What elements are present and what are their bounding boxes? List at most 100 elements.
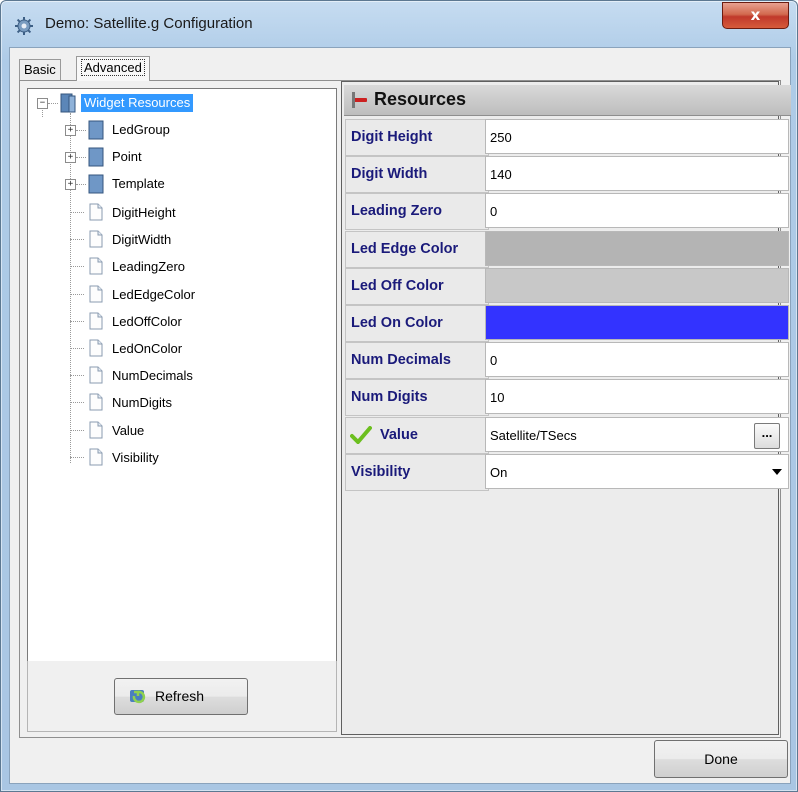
client-area: Basic Advanced − Widget Resources + LedG… [9, 47, 791, 784]
tree-label: DigitWidth [112, 232, 172, 248]
document-icon [89, 393, 103, 411]
tree-label: LedOnColor [112, 341, 183, 356]
tree-leaf-ledoncolor[interactable]: LedOnColor [109, 336, 185, 362]
property-name-text: Led Off Color [351, 277, 444, 294]
tree-leaf-digitwidth[interactable]: DigitWidth [109, 227, 174, 253]
document-icon [89, 421, 103, 439]
refresh-icon [130, 690, 146, 704]
property-value-field[interactable]: 0 [485, 342, 789, 378]
dropdown-arrow-icon[interactable] [772, 468, 782, 475]
tree-label: Value [112, 422, 145, 438]
expand-icon[interactable]: + [65, 125, 76, 136]
tree-folder-ledgroup[interactable]: LedGroup [109, 117, 173, 143]
tree-leaf-value[interactable]: Value [109, 418, 147, 444]
property-row-led-on-color: Led On Color [345, 305, 791, 342]
property-name-text: Digit Width [351, 166, 428, 183]
tree-leaf-lededgecolor[interactable]: LedEdgeColor [109, 282, 198, 308]
tree-leaf-numdecimals[interactable]: NumDecimals [109, 363, 196, 389]
checkmark-icon [350, 425, 372, 444]
property-name: Digit Height [345, 119, 489, 156]
property-row-visibility: Visibility On [345, 453, 791, 491]
property-name: Num Decimals [345, 342, 489, 380]
property-row-num-decimals: Num Decimals 0 [345, 342, 791, 380]
property-value-field[interactable]: 140 [485, 156, 789, 192]
property-name: Num Digits [345, 379, 489, 417]
resources-header: Resources [344, 85, 791, 116]
property-value-text: 140 [490, 167, 512, 183]
tree-line [76, 157, 86, 158]
color-swatch[interactable] [485, 267, 789, 303]
property-name: Digit Width [345, 156, 489, 194]
document-icon [89, 312, 103, 330]
property-row-digit-height: Digit Height 250 [345, 119, 791, 156]
property-row-leading-zero: Leading Zero 0 [345, 193, 791, 231]
property-name: Leading Zero [345, 193, 489, 231]
config-window: Demo: Satellite.g Configuration x Basic … [0, 0, 798, 792]
tree-folder-point[interactable]: Point [109, 144, 145, 170]
pin-icon[interactable] [352, 92, 368, 108]
document-icon [89, 230, 103, 248]
tree-line [70, 456, 84, 458]
tree-line [76, 184, 86, 185]
property-name-text: Led On Color [351, 315, 443, 331]
property-name-text: Num Decimals [351, 352, 451, 369]
tree-label: Point [112, 149, 142, 164]
tree-line [70, 266, 84, 268]
tree-root[interactable]: Widget Resources [81, 90, 194, 116]
property-value-text: 250 [490, 130, 512, 145]
property-value-text: Satellite/TSecs [490, 427, 577, 443]
done-button[interactable]: Done [654, 740, 788, 778]
resource-tree[interactable]: − Widget Resources + LedGroup + Point + … [27, 88, 337, 662]
property-row-led-edge-color: Led Edge Color [345, 230, 791, 268]
color-swatch[interactable] [485, 230, 789, 266]
tree-label: Template [112, 176, 165, 191]
property-name: Led On Color [345, 305, 489, 342]
property-value-text: 10 [490, 390, 505, 406]
tree-leaf-digitheight[interactable]: DigitHeight [109, 200, 179, 226]
tree-line [70, 429, 84, 431]
tree-line [76, 130, 86, 131]
document-icon [89, 448, 103, 466]
property-value-field[interactable]: 250 [485, 119, 789, 154]
tree-line [70, 402, 84, 404]
property-row-led-off-color: Led Off Color [345, 267, 791, 305]
tree-label: NumDecimals [112, 368, 193, 384]
property-value-field[interactable]: Satellite/TSecs [485, 416, 789, 452]
tab-advanced[interactable]: Advanced [76, 56, 150, 81]
expand-icon[interactable]: + [65, 152, 76, 163]
tree-label: DigitHeight [112, 205, 176, 220]
close-button[interactable]: x [722, 2, 789, 29]
tree-line [70, 212, 84, 213]
tab-advanced-label: Advanced [81, 59, 145, 76]
title-bar[interactable]: Demo: Satellite.g Configuration x [1, 1, 797, 47]
color-swatch[interactable] [485, 305, 789, 340]
refresh-area: Refresh [27, 661, 337, 732]
tab-basic[interactable]: Basic [19, 59, 61, 80]
property-value-field[interactable]: 10 [485, 379, 789, 415]
tree-line [70, 239, 84, 241]
tab-content: − Widget Resources + LedGroup + Point + … [19, 80, 791, 738]
property-name: Value [345, 416, 489, 454]
tree-leaf-leadingzero[interactable]: LeadingZero [109, 254, 188, 280]
tree-label: Visibility [112, 449, 159, 465]
visibility-select[interactable]: On [485, 453, 789, 489]
tree-folder-template[interactable]: Template [109, 171, 168, 197]
tree-line [70, 113, 71, 463]
resources-title: Resources [374, 89, 467, 109]
window-title: Demo: Satellite.g Configuration [45, 15, 253, 32]
expand-icon[interactable]: + [65, 179, 76, 190]
collapse-icon[interactable]: − [37, 98, 48, 109]
resources-panel: Resources Digit Height 250 Digit Width 140 L… [341, 81, 791, 735]
document-icon [89, 285, 103, 303]
tree-leaf-visibility[interactable]: Visibility [109, 445, 162, 471]
tree-line [48, 103, 58, 104]
refresh-button[interactable]: Refresh [114, 678, 248, 715]
tree-leaf-ledoffcolor[interactable]: LedOffColor [109, 309, 185, 335]
tree-line [70, 320, 84, 322]
folder-icon [88, 147, 104, 167]
property-name: Led Edge Color [345, 230, 489, 268]
browse-button[interactable]: ... [754, 422, 780, 449]
tree-leaf-numdigits[interactable]: NumDigits [109, 390, 175, 416]
property-value-field[interactable]: 0 [485, 193, 789, 229]
property-name-text: Digit Height [351, 129, 433, 145]
